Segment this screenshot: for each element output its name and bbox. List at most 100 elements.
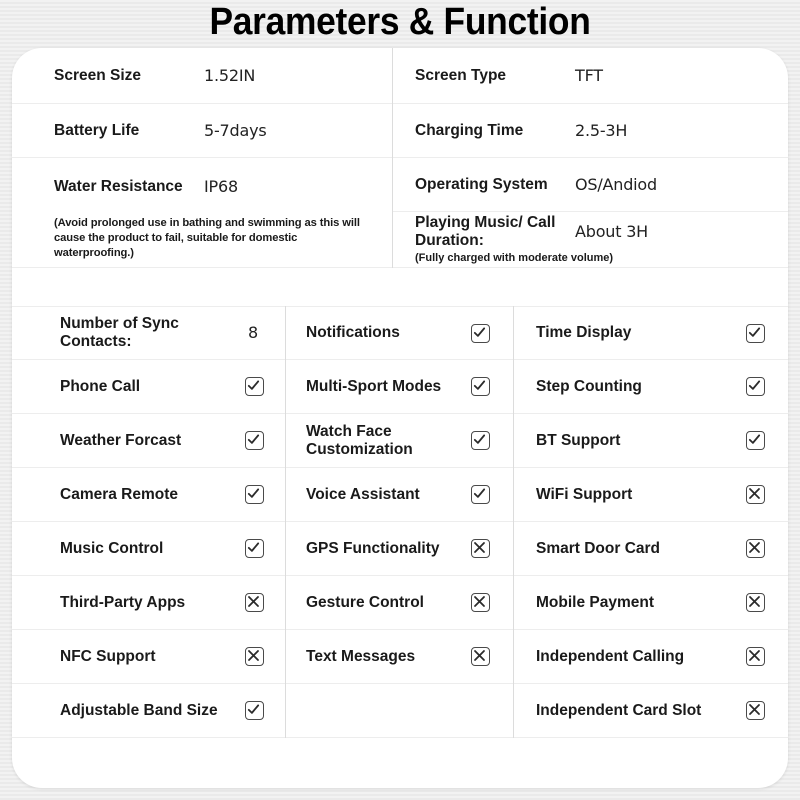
feature-mark — [245, 485, 285, 504]
feature-row-music-control: Music Control — [12, 522, 285, 576]
cross-icon — [471, 593, 490, 612]
feature-row-weather-forcast: Weather Forcast — [12, 414, 285, 468]
checkmark-icon — [471, 485, 490, 504]
playing-music-note: (Fully charged with moderate volume) — [415, 252, 614, 264]
cross-icon — [746, 539, 765, 558]
checkmark-icon — [245, 539, 264, 558]
feature-label: BT Support — [536, 431, 621, 449]
spec-label: Screen Size — [54, 66, 142, 84]
cross-icon — [746, 593, 765, 612]
spec-value: IP68 — [204, 177, 238, 196]
spec-label: Water Resistance — [54, 178, 183, 195]
feature-mark — [471, 323, 513, 343]
feature-mark — [746, 377, 788, 396]
feature-column-2: Notifications Multi-Sport Modes Watch Face… — [285, 306, 513, 738]
feature-label: Step Counting — [536, 377, 642, 395]
checkmark-icon — [471, 323, 490, 343]
spec-row-screen-type: Screen Type TFT — [393, 48, 788, 104]
spec-row-screen-size: Screen Size 1.52IN — [12, 48, 392, 104]
feature-mark — [746, 647, 788, 666]
feature-row-mobile-payment: Mobile Payment — [514, 576, 788, 630]
checkmark-icon — [471, 431, 490, 450]
feature-label: GPS Functionality — [306, 539, 440, 557]
cross-icon — [746, 485, 765, 504]
feature-mark — [245, 701, 285, 720]
feature-row-third-party-apps: Third-Party Apps — [12, 576, 285, 630]
feature-row-text-messages: Text Messages — [286, 630, 513, 684]
checkmark-icon — [245, 377, 264, 396]
spec-label: Charging Time — [415, 121, 524, 139]
product-spec-page: Parameters & Function Screen Size 1.52IN… — [0, 0, 800, 800]
spec-value: About 3H — [575, 222, 649, 241]
spec-column-right: Screen Type TFT Charging Time 2.5-3H Ope… — [392, 48, 788, 268]
spec-label: Screen Type — [415, 66, 507, 84]
cross-icon — [245, 647, 264, 666]
feature-row-wifi-support: WiFi Support — [514, 468, 788, 522]
checkmark-icon — [471, 377, 490, 396]
feature-mark — [746, 431, 788, 450]
feature-label: Smart Door Card — [536, 539, 661, 557]
feature-label: Mobile Payment — [536, 593, 654, 611]
feature-row-phone-call: Phone Call — [12, 360, 285, 414]
cross-icon — [471, 647, 490, 666]
feature-label: Adjustable Band Size — [60, 701, 218, 719]
spec-row-water-resistance: Water Resistance IP68 (Avoid prolonged u… — [12, 158, 392, 268]
feature-mark — [746, 593, 788, 612]
feature-row-bt-support: BT Support — [514, 414, 788, 468]
feature-mark — [746, 323, 788, 343]
spec-value: 2.5-3H — [575, 120, 628, 140]
feature-label: Multi-Sport Modes — [306, 377, 442, 395]
feature-label: Time Display — [536, 324, 632, 341]
feature-row-number-of-sync-contacts: Number of Sync Contacts: 8 — [12, 306, 285, 360]
feature-mark — [245, 431, 285, 450]
feature-row-voice-assistant: Voice Assistant — [286, 468, 513, 522]
checkmark-icon — [746, 323, 765, 343]
spec-value: 5-7days — [204, 120, 267, 140]
specifications-section: Screen Size 1.52IN Battery Life 5-7days … — [12, 48, 788, 268]
checkmark-icon — [245, 701, 264, 720]
spec-row-charging-time: Charging Time 2.5-3H — [393, 104, 788, 158]
feature-mark — [471, 593, 513, 612]
spec-label: Playing Music/ Call Duration: — [415, 214, 556, 249]
feature-row-gps-functionality: GPS Functionality — [286, 522, 513, 576]
feature-row-notifications: Notifications — [286, 306, 513, 360]
feature-row-independent-calling: Independent Calling — [514, 630, 788, 684]
cross-icon — [471, 539, 490, 558]
feature-mark — [471, 485, 513, 504]
page-title: Parameters & Function — [209, 1, 591, 43]
feature-label: Independent Calling — [536, 647, 685, 665]
feature-mark — [245, 377, 285, 396]
feature-row-watch-face-customization: Watch Face Customization — [286, 414, 513, 468]
checkmark-icon — [746, 431, 765, 450]
spec-card: Screen Size 1.52IN Battery Life 5-7days … — [12, 48, 788, 788]
feature-row-camera-remote: Camera Remote — [12, 468, 285, 522]
spec-row-playing-music: Playing Music/ Call Duration: About 3H (… — [393, 212, 788, 268]
feature-mark — [245, 593, 285, 612]
feature-mark — [245, 539, 285, 558]
feature-row-nfc-support: NFC Support — [12, 630, 285, 684]
feature-row-gesture-control: Gesture Control — [286, 576, 513, 630]
feature-label: Phone Call — [60, 377, 141, 395]
cross-icon — [746, 647, 765, 666]
feature-row-independent-card-slot: Independent Card Slot — [514, 684, 788, 738]
feature-mark — [245, 647, 285, 666]
water-resistance-note: (Avoid prolonged use in bathing and swim… — [54, 217, 360, 259]
feature-row-multi-sport-modes: Multi-Sport Modes — [286, 360, 513, 414]
spec-row-battery-life: Battery Life 5-7days — [12, 104, 392, 158]
spec-column-left: Screen Size 1.52IN Battery Life 5-7days … — [12, 48, 392, 268]
feature-row-time-display: Time Display — [514, 306, 788, 360]
feature-mark — [471, 539, 513, 558]
feature-label: Music Control — [60, 539, 164, 557]
feature-row-step-counting: Step Counting — [514, 360, 788, 414]
feature-label: Watch Face Customization — [306, 422, 413, 458]
spec-value: TFT — [575, 65, 603, 85]
feature-row-adjustable-band-size: Adjustable Band Size — [12, 684, 285, 738]
feature-value: 8 — [248, 323, 259, 342]
feature-row-smart-door-card: Smart Door Card — [514, 522, 788, 576]
feature-label: Camera Remote — [60, 485, 179, 503]
feature-column-3: Time Display Step Counting BT Support WiFi … — [513, 306, 788, 738]
feature-label: Voice Assistant — [306, 485, 420, 503]
cross-icon — [746, 701, 765, 720]
spec-value: 1.52IN — [204, 65, 256, 85]
feature-mark — [746, 539, 788, 558]
